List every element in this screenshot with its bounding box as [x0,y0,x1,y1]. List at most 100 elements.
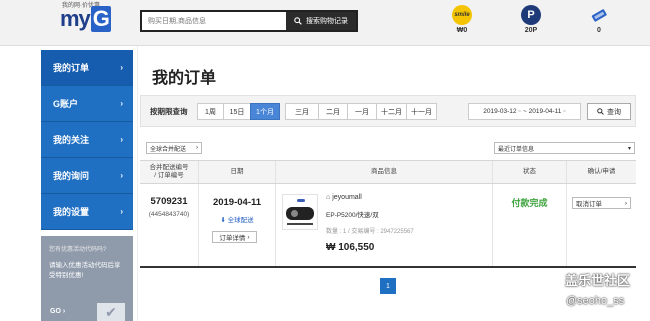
query-button[interactable]: 查询 [587,103,631,120]
chevron-right-icon: › [62,308,66,315]
period-button-march[interactable]: 三月 [285,103,319,120]
sidebar-item-my-settings[interactable]: 我的设置 › [41,194,133,230]
select-value: 全球合并配送 [150,146,187,153]
orders-table: 合并配送编号 / 订单编号 日期 商品信息 状态 确认/申请 5709231 (… [140,160,636,268]
date-range-picker[interactable]: 2019-03-12 ▫ ~ 2019-04-11 ▫ [468,103,581,120]
period-filter-bar: 按期限查询 1周 15日 1个月 三月 二月 一月 十二月 十一月 2019-0… [140,95,636,127]
sidebar-item-my-favorites[interactable]: 我的关注 › [41,122,133,158]
product-cable-image [287,223,313,225]
global-shipping-link[interactable]: ⬇ 全球配送 [199,214,275,224]
sidebar-item-label: G账户 [53,99,79,109]
chevron-right-icon: › [120,171,123,180]
period-button-february[interactable]: 二月 [318,103,348,120]
chevron-right-icon: › [120,207,123,216]
action-cell: 取消订单 › [567,184,636,266]
query-button-label: 查询 [607,108,621,116]
calendar-icon: ▫ [518,108,521,115]
column-header-product-info: 商品信息 [276,161,493,183]
chevron-down-icon: ▾ [627,145,631,152]
period-label: 按期限查询 [150,107,188,116]
chevron-right-icon: › [120,63,123,72]
download-icon: ⬇ [220,217,226,224]
global-combined-shipping-select[interactable]: 全球合并配送 › [146,142,202,154]
search-box: 搜索购物记录 [140,10,358,32]
period-button-january[interactable]: 一月 [347,103,377,120]
order-detail-button[interactable]: 订单详情 › [212,231,257,243]
date-to[interactable]: 2019-04-11 [529,108,562,115]
coupon-icon [589,5,609,25]
coupon-stat[interactable]: 0 [579,5,619,34]
sidebar-item-label: 我的询问 [53,171,90,181]
column-header-confirm-apply: 确认/申请 [587,168,616,175]
date-cell: 2019-04-11 ⬇ 全球配送 订单详情 › [199,184,276,266]
smile-cash-value: ₩0 [456,27,468,34]
table-row: 5709231 (4454843740) 2019-04-11 ⬇ 全球配送 订… [140,184,636,268]
sidebar-item-label: 我的设置 [53,207,90,217]
brand-logo [297,199,305,202]
page-button-1[interactable]: 1 [380,278,396,294]
product-info-cell: ⌂ jeyoumall EP-P5200/快速/双 数量 : 1 / 交易编号 :… [276,184,493,266]
order-date: 2019-04-11 [212,197,262,208]
column-header-order-number: 合并配送编号 / 订单编号 [140,161,199,183]
search-button[interactable]: 搜索购物记录 [286,12,356,30]
column-header-status: 状态 [493,161,567,183]
period-button-november[interactable]: 十一月 [406,103,437,120]
chevron-right-icon: › [120,99,123,108]
product-device-image [286,207,314,220]
point-stat[interactable]: P 20P [511,5,551,34]
watermark-handle: @seoho_ss [566,295,625,307]
select-value: 最近订单信息 [498,146,535,153]
order-number: (4454843740) [148,211,190,218]
seller-link[interactable]: ⌂ jeyoumall [326,194,362,201]
page-title: 我的订单 [152,70,217,87]
home-icon: ⌂ [326,194,331,201]
point-value: 20P [524,27,538,34]
sidebar-item-my-inquiries[interactable]: 我的询问 › [41,158,133,194]
table-header: 合并配送编号 / 订单编号 日期 商品信息 状态 确认/申请 [140,160,636,184]
chevron-right-icon: › [196,145,198,151]
period-button-1-month[interactable]: 1个月 [250,103,280,120]
recent-orders-select[interactable]: 最近订单信息 ▾ [494,142,635,154]
combined-shipping-number: 5709231 [150,196,188,207]
product-thumbnail[interactable] [282,194,318,230]
period-buttons: 1周 15日 1个月 三月 二月 一月 十二月 十一月 [197,103,437,120]
search-input[interactable] [142,12,288,30]
sidebar-item-label: 我的关注 [53,135,90,145]
sidebar-item-my-orders[interactable]: 我的订单 › [41,50,133,86]
calendar-icon: ▫ [563,108,566,115]
search-icon [294,17,302,25]
search-button-label: 搜索购物记录 [306,18,348,25]
period-button-15-days[interactable]: 15日 [223,103,251,120]
cancel-order-select[interactable]: 取消订单 › [572,197,631,209]
p-coin-icon: P [521,5,541,25]
header: 我的网·价优惠 myG 搜索购物记录 smile ₩0 P 20P 0 [0,0,650,46]
product-price: ₩ 106,550 [326,242,375,253]
sidebar: 我的订单 › G账户 › 我的关注 › 我的询问 › 我的设置 › [41,50,133,230]
column-header-date: 日期 [199,161,276,183]
order-number-cell: 5709231 (4454843740) [140,184,199,266]
promo-text: 请输入优惠活动代码后享受特别优惠! [49,262,121,279]
product-name[interactable]: EP-P5200/快速/双 [326,209,379,219]
status-badge: 付款完成 [511,198,548,208]
period-button-1-week[interactable]: 1周 [197,103,224,120]
sidebar-item-g-account[interactable]: G账户 › [41,86,133,122]
quantity-transaction: 数量 : 1 / 交易编号 : 2947225567 [326,229,414,235]
date-from[interactable]: 2019-03-12 [483,108,516,115]
promo-code-banner: 您有优惠活动代码吗? 请输入优惠活动代码后享受特别优惠! GO › ✔ [41,236,133,321]
checkmark-icon: ✔ [97,303,125,321]
coupon-value: 0 [597,27,601,34]
mygmarket-logo[interactable]: 我的网·价优惠 my G [60,0,122,40]
chevron-right-icon: › [120,135,123,144]
range-separator: ~ [522,108,527,115]
chevron-right-icon: › [247,233,250,241]
logo-text: my G [60,6,111,32]
smile-icon: smile [452,5,472,25]
smile-cash-stat[interactable]: smile ₩0 [442,5,482,34]
promo-go-button[interactable]: GO › [50,308,65,315]
promo-title: 您有优惠活动代码吗? [49,247,107,253]
sidebar-item-label: 我的订单 [53,63,90,73]
status-cell: 付款完成 [493,184,567,266]
period-button-december[interactable]: 十二月 [376,103,407,120]
divider [137,46,138,321]
search-icon [597,108,604,115]
